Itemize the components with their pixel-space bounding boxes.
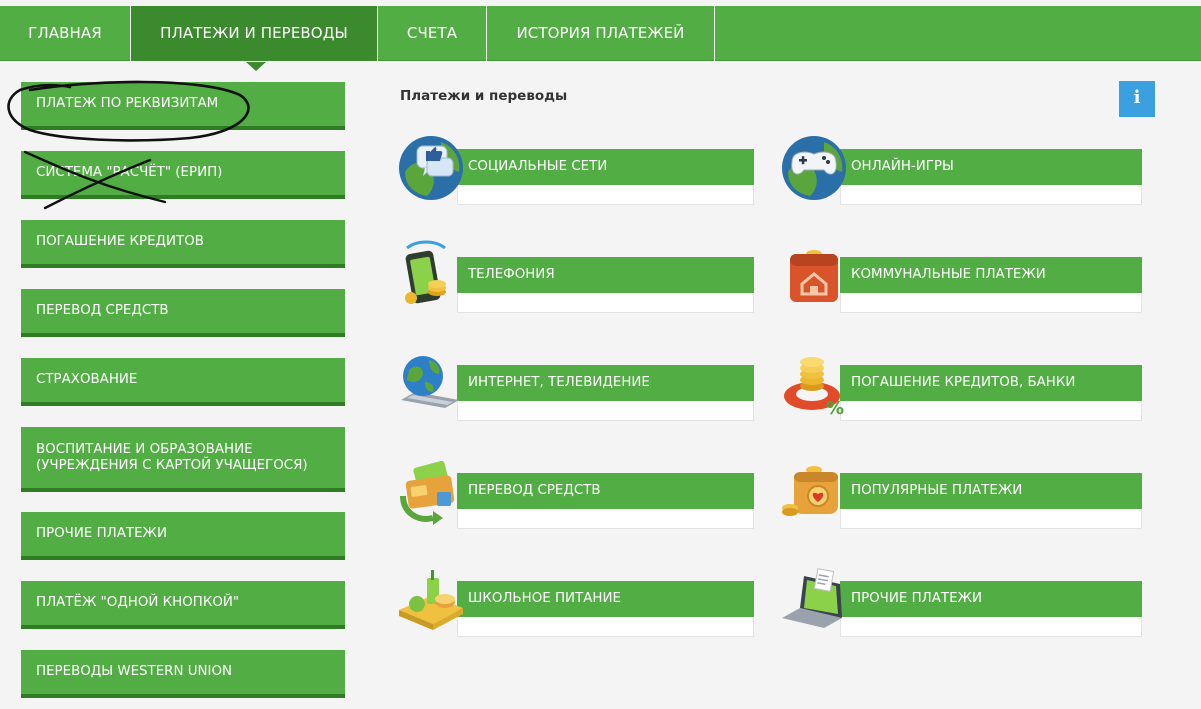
category-subpanel — [840, 401, 1142, 421]
sidebar-item-label: СИСТЕМА "РАСЧЁТ" (ЕРИП) — [36, 165, 223, 180]
loans-banks-icon: % — [784, 357, 844, 419]
sidebar-item-education[interactable]: ВОСПИТАНИЕ И ОБРАЗОВАНИЕ (УЧРЕЖДЕНИЯ С К… — [21, 427, 345, 492]
category-subpanel — [457, 509, 754, 529]
category-telephony[interactable]: ТЕЛЕФОНИЯ — [397, 240, 757, 320]
online-games-icon — [782, 136, 846, 200]
sidebar-item-label: ПЛАТЕЖ ПО РЕКВИЗИТАМ — [36, 96, 219, 111]
sidebar-item-payment-by-details[interactable]: ПЛАТЕЖ ПО РЕКВИЗИТАМ — [21, 82, 345, 130]
category-subpanel — [840, 293, 1142, 313]
page-title: Платежи и переводы — [400, 88, 568, 104]
category-label: ПЕРЕВОД СРЕДСТВ — [457, 473, 754, 509]
category-internet-tv[interactable]: ИНТЕРНЕТ, ТЕЛЕВИДЕНИЕ — [397, 348, 757, 428]
category-subpanel — [457, 401, 754, 421]
category-subpanel — [840, 185, 1142, 205]
sidebar-item-one-click-payment[interactable]: ПЛАТЁЖ "ОДНОЙ КНОПКОЙ" — [21, 581, 345, 629]
category-label: ШКОЛЬНОЕ ПИТАНИЕ — [457, 581, 754, 617]
category-loans-banks[interactable]: ПОГАШЕНИЕ КРЕДИТОВ, БАНКИ % — [780, 348, 1142, 428]
category-online-games[interactable]: ОНЛАЙН-ИГРЫ — [780, 132, 1142, 212]
category-label: ПОГАШЕНИЕ КРЕДИТОВ, БАНКИ — [840, 365, 1142, 401]
info-button[interactable]: i — [1119, 81, 1155, 117]
category-subpanel — [457, 185, 754, 205]
popular-payments-icon — [782, 466, 838, 516]
school-meals-icon — [399, 570, 463, 630]
category-subpanel — [840, 617, 1142, 637]
category-label: ПРОЧИЕ ПЛАТЕЖИ — [840, 581, 1142, 617]
app-window: ГЛАВНАЯ ПЛАТЕЖИ И ПЕРЕВОДЫ СЧЕТА ИСТОРИЯ… — [0, 0, 1201, 709]
social-networks-icon — [399, 136, 463, 200]
category-popular-payments[interactable]: ПОПУЛЯРНЫЕ ПЛАТЕЖИ — [780, 456, 1142, 536]
category-social-networks[interactable]: СОЦИАЛЬНЫЕ СЕТИ — [397, 132, 757, 212]
category-label: ПОПУЛЯРНЫЕ ПЛАТЕЖИ — [840, 473, 1142, 509]
sidebar-item-western-union[interactable]: ПЕРЕВОДЫ WESTERN UNION — [21, 650, 345, 698]
internet-tv-icon — [401, 356, 459, 408]
telephony-icon — [405, 240, 446, 304]
tab-payments-transfers[interactable]: ПЛАТЕЖИ И ПЕРЕВОДЫ — [131, 6, 377, 61]
top-navigation: ГЛАВНАЯ ПЛАТЕЖИ И ПЕРЕВОДЫ СЧЕТА ИСТОРИЯ… — [0, 6, 1201, 61]
category-label: ТЕЛЕФОНИЯ — [457, 257, 754, 293]
sidebar-item-label: ПЛАТЁЖ "ОДНОЙ КНОПКОЙ" — [36, 595, 240, 610]
tab-home[interactable]: ГЛАВНАЯ — [0, 6, 130, 61]
category-subpanel — [457, 293, 754, 313]
category-money-transfer[interactable]: ПЕРЕВОД СРЕДСТВ — [397, 456, 757, 536]
category-label: ОНЛАЙН-ИГРЫ — [840, 149, 1142, 185]
sidebar-item-other-payments[interactable]: ПРОЧИЕ ПЛАТЕЖИ — [21, 512, 345, 560]
category-utility-payments[interactable]: КОММУНАЛЬНЫЕ ПЛАТЕЖИ — [780, 240, 1142, 320]
category-school-meals[interactable]: ШКОЛЬНОЕ ПИТАНИЕ — [397, 564, 757, 644]
sidebar-item-label: СТРАХОВАНИЕ — [36, 372, 138, 387]
sidebar-item-loan-repayment[interactable]: ПОГАШЕНИЕ КРЕДИТОВ — [21, 220, 345, 268]
sidebar-item-money-transfer[interactable]: ПЕРЕВОД СРЕДСТВ — [21, 289, 345, 337]
category-subpanel — [840, 509, 1142, 529]
category-label: КОММУНАЛЬНЫЕ ПЛАТЕЖИ — [840, 257, 1142, 293]
sidebar-item-label: ПЕРЕВОДЫ WESTERN UNION — [36, 664, 233, 679]
sidebar-item-label: ПОГАШЕНИЕ КРЕДИТОВ — [36, 234, 204, 249]
other-payments-icon — [782, 568, 842, 628]
category-label: ИНТЕРНЕТ, ТЕЛЕВИДЕНИЕ — [457, 365, 754, 401]
sidebar-item-label: ПРОЧИЕ ПЛАТЕЖИ — [36, 526, 167, 541]
utility-payments-icon — [790, 250, 838, 302]
tab-accounts[interactable]: СЧЕТА — [378, 6, 486, 61]
tab-separator — [714, 6, 715, 61]
tab-payment-history[interactable]: ИСТОРИЯ ПЛАТЕЖЕЙ — [487, 6, 714, 61]
category-label: СОЦИАЛЬНЫЕ СЕТИ — [457, 149, 754, 185]
category-other-payments[interactable]: ПРОЧИЕ ПЛАТЕЖИ — [780, 564, 1142, 644]
sidebar-item-erip[interactable]: СИСТЕМА "РАСЧЁТ" (ЕРИП) — [21, 151, 345, 199]
money-transfer-icon — [400, 460, 455, 525]
svg-text:%: % — [826, 398, 844, 419]
sidebar-item-label: ПЕРЕВОД СРЕДСТВ — [36, 303, 169, 318]
active-tab-pointer — [246, 62, 266, 71]
sidebar-item-label: ВОСПИТАНИЕ И ОБРАЗОВАНИЕ (УЧРЕЖДЕНИЯ С К… — [36, 441, 308, 473]
category-subpanel — [457, 617, 754, 637]
sidebar-item-insurance[interactable]: СТРАХОВАНИЕ — [21, 358, 345, 406]
